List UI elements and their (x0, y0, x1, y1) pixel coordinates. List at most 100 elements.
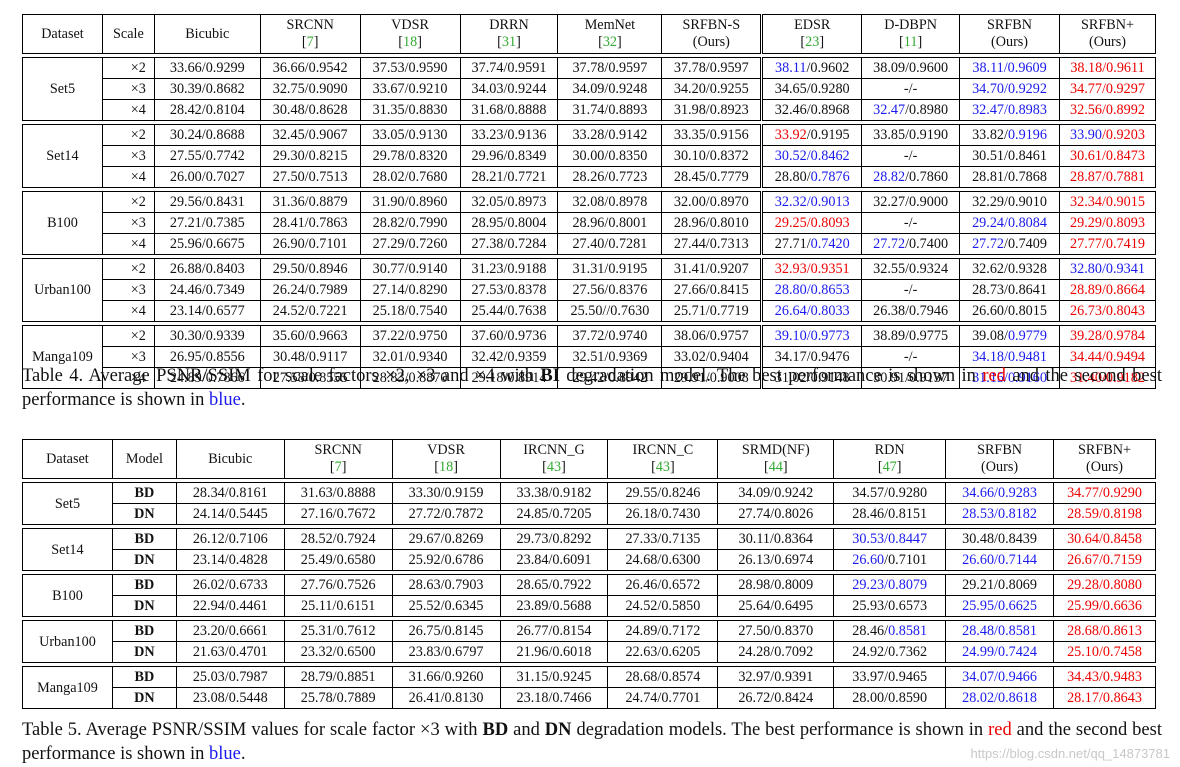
citation-number: 43 (655, 459, 670, 475)
metric-cell: 25.92/0.6786 (391, 549, 501, 571)
metric-cell: 32.55/0.9324 (861, 258, 961, 280)
citation-number: 7 (334, 459, 342, 475)
metric-cell: 26.46/0.6572 (607, 574, 719, 596)
metric-cell: 37.60/0.9736 (459, 325, 559, 347)
metric-cell: 25.96/0.6675 (153, 233, 261, 255)
metric-cell: 28.02/0.8618 (945, 687, 1055, 709)
metric-cell: 32.08/0.8978 (557, 191, 663, 213)
table-row: ×4 28.42/0.8104 30.48/0.8628 31.35/0.8830 31… (23, 99, 1157, 121)
metric-cell: 37.78/0.9597 (661, 57, 763, 79)
table-row: Set5 BD 28.34/0.8161 31.63/0.8888 33.30/0.91… (22, 482, 1156, 525)
metric-cell: 30.30/0.9339 (153, 325, 261, 347)
metric-cell: 32.45/0.9067 (259, 124, 361, 146)
header-label: D-DBPN (884, 17, 938, 33)
header-label: Model (125, 450, 163, 467)
metric-cell: 32.32/0.9013 (760, 191, 863, 213)
table-row: Set14 BD 26.12/0.7106 28.52/0.7924 29.67/0.8… (22, 528, 1156, 571)
metric-cell: 34.20/0.9255 (661, 78, 763, 100)
metric-cell: -/- (861, 78, 961, 100)
metric-cell: 28.34/0.8161 (175, 482, 285, 504)
caption-blue-word: blue (209, 744, 241, 764)
header-sublabel: (Ours) (1088, 34, 1127, 50)
second-best-value: 28.02/0.8618 (962, 690, 1037, 706)
metric-cell: 25.64/0.6495 (717, 595, 835, 617)
header-sublabel: (Ours) (692, 34, 730, 50)
header-row: Dataset Model Bicubic SRCNN [7] VDSR [18] IRCNN… (22, 439, 1156, 479)
metric-cell: 26.67/0.7159 (1053, 549, 1156, 571)
metric-cell: 29.67/0.8269 (391, 528, 501, 550)
metric-cell: 23.32/0.6500 (283, 641, 393, 663)
metric-cell: 34.07/0.9466 (945, 666, 1055, 688)
metric-cell: 30.64/0.8458 (1053, 528, 1156, 550)
header-label: DRRN (489, 17, 529, 33)
metric-cell: 32.46/0.8968 (760, 99, 863, 121)
second-best-value: 24.99/0.7424 (962, 644, 1037, 660)
metric-cell: 26.77/0.8154 (499, 620, 609, 642)
metric-cell: 29.55/0.8246 (607, 482, 719, 504)
metric-cell: 30.39/0.8682 (153, 78, 261, 100)
metric-cell: 28.26/0.7723 (557, 166, 663, 188)
metric-cell: 29.28/0.8080 (1053, 574, 1156, 596)
table-row: ×4 23.14/0.6577 24.52/0.7221 25.18/0.7540 25… (23, 300, 1157, 322)
metric-cell: 31.15/0.9245 (499, 666, 609, 688)
metric-cell: 26.24/0.7989 (259, 279, 361, 301)
metric-cell: 25.44/0.7638 (459, 300, 559, 322)
row-label: ×3 (101, 212, 155, 234)
metric-cell: 24.52/0.7221 (259, 300, 361, 322)
caption-text: . (240, 390, 246, 410)
metric-cell: 30.51/0.8461 (959, 145, 1060, 167)
best-value: 32.56/0.8992 (1070, 102, 1145, 118)
row-label: ×2 (101, 325, 155, 347)
metric-cell: 34.57/0.9280 (833, 482, 947, 504)
metric-cell: 32.75/0.9090 (259, 78, 361, 100)
metric-cell: 28.21/0.7721 (459, 166, 559, 188)
metric-cell: 28.81/0.7868 (959, 166, 1060, 188)
table-row: DN 23.08/0.5448 25.78/0.7889 26.41/0.8130 23… (23, 687, 1156, 709)
metric-cell: 39.28/0.9784 (1058, 325, 1157, 347)
header-cite: [7] (301, 34, 319, 50)
header-cell: Dataset (22, 14, 103, 54)
metric-cell: 38.89/0.9775 (861, 325, 961, 347)
metric-cell: 28.17/0.8643 (1053, 687, 1156, 709)
metric-cell: 34.66/0.9283 (945, 482, 1055, 504)
best-value: 27.77/0.7419 (1070, 236, 1145, 252)
second-best-value: 28.48/0.8581 (962, 623, 1037, 639)
citation-number: 11 (903, 34, 918, 50)
dataset-name: Set14 (22, 124, 103, 188)
metric-cell: 25.99/0.6636 (1053, 595, 1156, 617)
metric-cell: 31.36/0.8879 (259, 191, 361, 213)
best-value: 28.17/0.8643 (1067, 690, 1142, 706)
metric-cell: 29.21/0.8069 (945, 574, 1055, 596)
metric-cell: 28.45/0.7779 (661, 166, 763, 188)
second-best-value: 27.72 (972, 236, 1004, 252)
header-cite: [18] (398, 34, 422, 50)
table-row: Set5 ×2 33.66/0.9299 36.66/0.9542 37.53/0.95… (22, 57, 1157, 121)
metric-cell: 28.80/0.7876 (760, 166, 863, 188)
metric-cell: -/- (861, 212, 961, 234)
metric-cell: 26.88/0.8403 (153, 258, 261, 280)
metric-cell: 37.78/0.9597 (557, 57, 663, 79)
value-part: 39.08/ (972, 328, 1008, 344)
value-part: 28.46/ (852, 623, 889, 639)
metric-cell: 25.10/0.7458 (1053, 641, 1156, 663)
table-row: Manga109 BD 25.03/0.7987 28.79/0.8851 31.66/… (22, 666, 1156, 709)
table-row: ×3 27.55/0.7742 29.30/0.8215 29.78/0.8320 29… (23, 145, 1157, 167)
metric-cell: 28.79/0.8851 (283, 666, 393, 688)
best-value: 32.34/0.9015 (1070, 194, 1145, 210)
metric-cell: 32.00/0.8970 (661, 191, 763, 213)
header-cite: [7] (329, 459, 347, 475)
table-5: Dataset Model Bicubic SRCNN [7] VDSR [18] IRCNN… (22, 439, 1156, 709)
metric-cell: 30.00/0.8350 (557, 145, 663, 167)
header-cell: RDN [47] (833, 439, 947, 479)
metric-cell: 33.97/0.9465 (833, 666, 947, 688)
table-row: ×4 25.96/0.6675 26.90/0.7101 27.29/0.7260 27… (23, 233, 1157, 255)
second-best-value: 38.11 (775, 60, 807, 76)
caption-text: . (240, 744, 246, 764)
metric-cell: 37.74/0.9591 (459, 57, 559, 79)
metric-cell: 25.93/0.6573 (833, 595, 947, 617)
second-best-value: 32.47/0.8983 (972, 102, 1047, 118)
dataset-name: Manga109 (22, 666, 113, 709)
metric-cell: 34.70/0.9292 (959, 78, 1060, 100)
metric-cell: 33.23/0.9136 (459, 124, 559, 146)
metric-cell: 23.08/0.5448 (175, 687, 285, 709)
